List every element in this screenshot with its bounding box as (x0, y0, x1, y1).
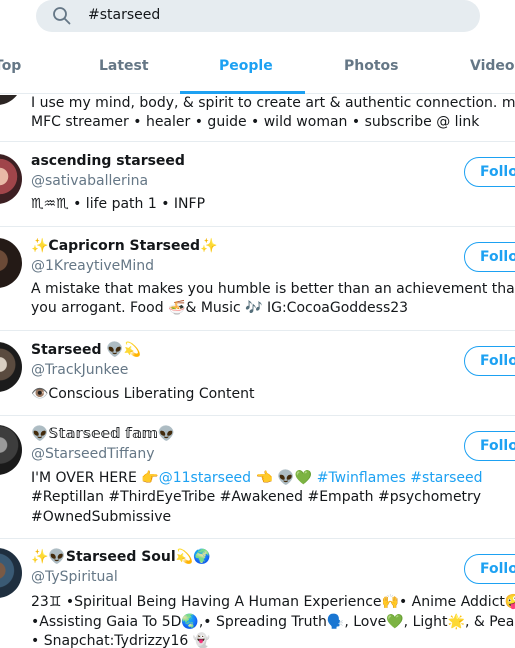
mention-link[interactable]: @11starseed (159, 470, 251, 486)
follow-button[interactable]: Follow (464, 157, 515, 187)
follow-button[interactable]: Follow (464, 554, 515, 584)
user-list-item[interactable]: I use my mind, body, & spirit to create … (0, 95, 515, 142)
user-name[interactable]: ✨Capricorn Starseed✨ (31, 238, 217, 254)
user-bio-line: you arrogant. Food 🍜& Music 🎶 IG:CocoaGo… (31, 300, 409, 316)
user-bio-line: • Snapchat:Tydrizzy16 👻 (31, 633, 211, 648)
tab-videos[interactable]: Videos (470, 58, 515, 74)
user-bio-line: MFC streamer • healer • guide • wild wom… (31, 114, 480, 130)
follow-button[interactable]: Follow (464, 431, 515, 461)
user-list-item[interactable]: 👽𝕊𝕥𝕒𝕣𝕤𝕖𝕖𝕕 𝕗𝕒𝕞👽 @StarseedTiffany I'M OVER… (0, 416, 515, 539)
user-handle[interactable]: @1KreaytiveMind (31, 258, 154, 274)
avatar (0, 154, 22, 204)
hashtag-link[interactable]: #Reptillan #ThirdEyeTribe #Awakened #Emp… (31, 488, 481, 508)
user-name[interactable]: ✨👽Starseed Soul💫🌍 (31, 549, 211, 565)
user-list-item[interactable]: ascending starseed @sativaballerina ♏♒♏ … (0, 142, 515, 227)
user-name[interactable]: Starseed 👽💫 (31, 342, 141, 358)
user-bio-line: A mistake that makes you humble is bette… (31, 281, 515, 297)
user-handle[interactable]: @StarseedTiffany (31, 446, 155, 462)
user-bio-line: I use my mind, body, & spirit to create … (31, 95, 515, 111)
avatar (0, 342, 22, 392)
bio-text: 👈 👽💚 (251, 470, 317, 486)
hashtag-link[interactable]: #Twinflames #starseed (317, 470, 483, 486)
user-name[interactable]: ascending starseed (31, 153, 185, 169)
user-list-item[interactable]: Starseed 👽💫 @TrackJunkee 👁️Conscious Lib… (0, 331, 515, 416)
user-bio-line: •Assisting Gaia To 5D🌏,• Spreading Truth… (31, 614, 515, 630)
user-bio-line: 👁️Conscious Liberating Content (31, 386, 255, 402)
tab-people[interactable]: People (219, 58, 273, 74)
user-list-item[interactable]: ✨Capricorn Starseed✨ @1KreaytiveMind A m… (0, 227, 515, 331)
search-header: #starseed (0, 0, 515, 42)
avatar (0, 95, 22, 105)
avatar (0, 238, 22, 288)
follow-button[interactable]: Follow (464, 346, 515, 376)
user-bio-line: I'M OVER HERE 👉@11starseed 👈 👽💚 #Twinfla… (31, 469, 483, 489)
tab-top[interactable]: Top (0, 58, 21, 74)
avatar (0, 425, 22, 475)
active-tab-indicator (180, 91, 305, 94)
tab-latest[interactable]: Latest (99, 58, 149, 74)
user-list-item[interactable]: ✨👽Starseed Soul💫🌍 @TySpiritual 23♊ •Spir… (0, 539, 515, 648)
user-handle[interactable]: @TrackJunkee (31, 362, 128, 378)
search-tabs: Top Latest People Photos Videos (0, 46, 515, 94)
tab-photos[interactable]: Photos (344, 58, 399, 74)
search-query[interactable]: #starseed (88, 7, 160, 23)
user-bio-line: ♏♒♏ • life path 1 • INFP (31, 196, 206, 212)
user-bio-line: 23♊ •Spiritual Being Having A Human Expe… (31, 594, 515, 610)
follow-button[interactable]: Follow (464, 242, 515, 272)
hashtag-link[interactable]: #OwnedSubmissive (31, 508, 171, 528)
bio-text: I'M OVER HERE 👉 (31, 470, 159, 486)
search-bar[interactable]: #starseed (36, 0, 480, 32)
search-icon (53, 7, 71, 25)
user-name[interactable]: 👽𝕊𝕥𝕒𝕣𝕤𝕖𝕖𝕕 𝕗𝕒𝕞👽 (31, 426, 175, 442)
user-handle[interactable]: @sativaballerina (31, 173, 148, 189)
user-handle[interactable]: @TySpiritual (31, 569, 118, 585)
avatar (0, 548, 22, 598)
